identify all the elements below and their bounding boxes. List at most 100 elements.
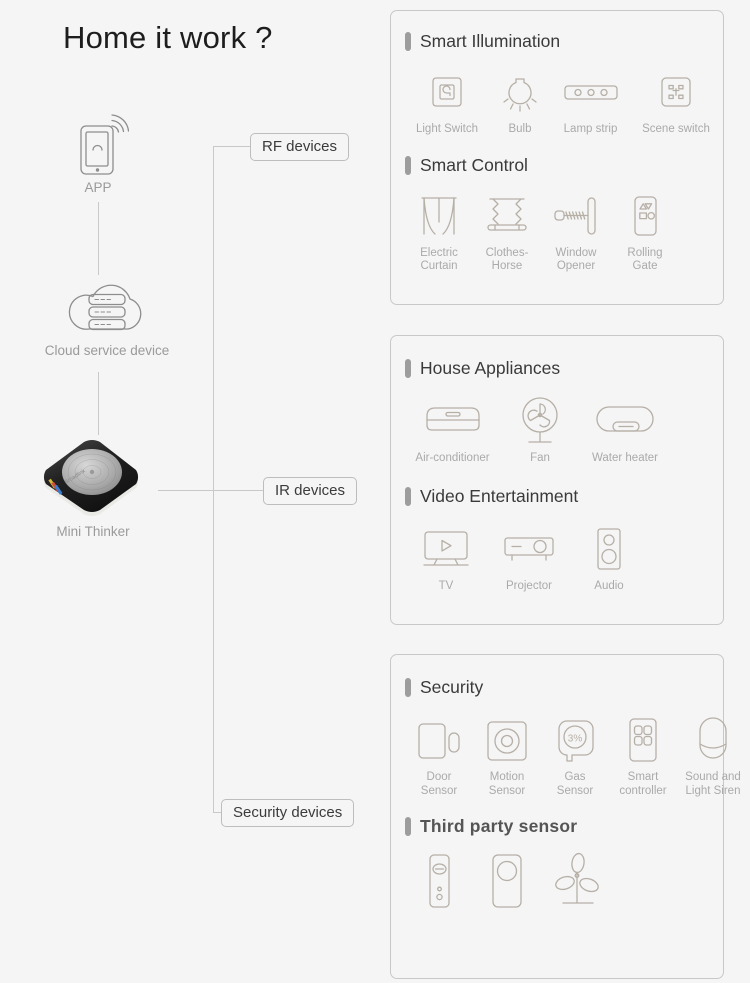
light-switch-icon — [405, 64, 489, 120]
section-bar-icon — [405, 678, 411, 697]
rolling-gate-icon — [611, 188, 679, 244]
item-label: Bulb — [508, 123, 532, 135]
item-smart-controller[interactable]: Smart controller — [609, 712, 677, 798]
section-title: Video Entertainment — [420, 485, 579, 506]
smartphone-wifi-icon — [52, 110, 144, 176]
bulb-icon — [489, 64, 551, 120]
section-header-third-party-sensor: Third party sensor — [405, 816, 723, 837]
section-title: Smart Illumination — [420, 31, 561, 51]
item-lamp-strip[interactable]: Lamp strip — [551, 64, 630, 137]
icon-row-security: Door Sensor Motion Sensor 3% Gas Sensor … — [405, 712, 741, 798]
motion-sensor-icon — [473, 712, 541, 768]
item-door-sensor[interactable]: Door Sensor — [405, 712, 473, 798]
door-sensor-icon — [405, 712, 473, 768]
node-app: APP — [52, 110, 144, 195]
window-opener-icon — [541, 188, 611, 244]
section-bar-icon — [405, 155, 411, 175]
item-label: Projector — [505, 579, 553, 592]
item-label: Air-conditioner — [415, 452, 490, 464]
item-label: Fan — [530, 452, 550, 464]
tv-icon — [405, 521, 487, 577]
item-window-opener[interactable]: Window Opener — [541, 188, 611, 274]
item-label: Clothes- Horse — [485, 246, 529, 273]
bus-label-rf[interactable]: RF devices — [250, 133, 350, 161]
item-label: Door Sensor — [420, 771, 458, 797]
item-label: Gas Sensor — [556, 771, 594, 797]
sound-light-siren-icon — [677, 712, 749, 768]
water-heater-icon — [580, 393, 670, 449]
mini-thinker-hub-icon: Broadlink — [22, 432, 164, 520]
item-audio[interactable]: Audio — [571, 521, 647, 594]
item-wall-switch-sensor[interactable] — [405, 851, 473, 916]
item-label: Light Switch — [415, 123, 478, 135]
gas-sensor-icon: 3% — [541, 712, 609, 768]
icon-row-house-appliances: Air-conditioner Fan Water heater — [405, 393, 723, 466]
node-label-app: APP — [84, 180, 112, 195]
item-label: TV — [438, 579, 454, 592]
item-electric-curtain[interactable]: Electric Curtain — [405, 188, 473, 274]
air-conditioner-icon — [405, 393, 500, 449]
page-title: Home it work ? — [63, 20, 273, 55]
section-bar-icon — [405, 32, 411, 51]
item-bulb[interactable]: Bulb — [489, 64, 551, 137]
item-label: Sound and Light Siren — [685, 771, 741, 797]
section-bar-icon — [405, 817, 411, 837]
cloud-server-icon — [22, 277, 192, 339]
scene-switch-icon — [630, 64, 722, 120]
bus-label-ir[interactable]: IR devices — [263, 477, 358, 505]
smart-controller-icon — [609, 712, 677, 768]
item-sound-light-siren[interactable]: Sound and Light Siren — [677, 712, 749, 798]
icon-row-third-party-sensor — [405, 851, 723, 916]
bus-label-security[interactable]: Security devices — [221, 799, 355, 827]
item-clothes-horse[interactable]: Clothes- Horse — [473, 188, 541, 274]
item-label: Electric Curtain — [420, 246, 458, 273]
item-fan[interactable]: Fan — [500, 393, 580, 466]
item-rolling-gate[interactable]: Rolling Gate — [611, 188, 679, 274]
item-plant-monitor[interactable] — [541, 851, 613, 916]
item-label: Scene switch — [642, 123, 710, 135]
item-label: Audio — [594, 579, 624, 592]
panel-rf-devices: Smart Illumination Light Switch Bulb Lam… — [390, 10, 724, 305]
item-light-switch[interactable]: Light Switch — [405, 64, 489, 137]
panel-security-devices: Security Door Sensor Motion Sensor 3% Ga… — [390, 654, 741, 979]
section-header-video-entertainment: Video Entertainment — [405, 486, 723, 507]
section-title: House Appliances — [420, 358, 561, 378]
section-title: Third party sensor — [420, 816, 578, 837]
section-header-smart-illumination: Smart Illumination — [405, 31, 723, 52]
item-gas-sensor[interactable]: 3% Gas Sensor — [541, 712, 609, 798]
node-cloud: Cloud service device — [22, 277, 192, 358]
icon-row-video-entertainment: TV Projector Audio — [405, 521, 723, 594]
item-scene-switch[interactable]: Scene switch — [630, 64, 722, 137]
section-header-house-appliances: House Appliances — [405, 358, 723, 379]
node-label-hub: Mini Thinker — [56, 524, 130, 539]
clothes-horse-icon — [473, 188, 541, 244]
connector-cloud-hub — [98, 372, 99, 435]
connector-app-cloud — [98, 202, 99, 275]
section-bar-icon — [405, 486, 411, 506]
item-label: Window Opener — [555, 246, 597, 273]
item-round-button-sensor[interactable] — [473, 851, 541, 916]
lamp-strip-icon — [551, 64, 630, 120]
node-label-cloud: Cloud service device — [44, 343, 170, 358]
section-header-smart-control: Smart Control — [405, 155, 723, 176]
projector-icon — [487, 521, 571, 577]
connector-bus-trunk — [213, 146, 214, 813]
panel-ir-devices: House Appliances Air-conditioner Fan Wat… — [390, 335, 724, 625]
item-projector[interactable]: Projector — [487, 521, 571, 594]
item-motion-sensor[interactable]: Motion Sensor — [473, 712, 541, 798]
audio-speaker-icon — [571, 521, 647, 577]
fan-icon — [500, 393, 580, 449]
plant-monitor-icon — [541, 851, 613, 913]
item-label: Water heater — [591, 452, 659, 464]
item-tv[interactable]: TV — [405, 521, 487, 594]
item-water-heater[interactable]: Water heater — [580, 393, 670, 466]
connector-stub-ir — [213, 490, 263, 491]
electric-curtain-icon — [405, 188, 473, 244]
round-button-sensor-icon — [473, 851, 541, 913]
item-label: Rolling Gate — [627, 246, 663, 273]
wall-switch-sensor-icon — [405, 851, 473, 913]
icon-row-smart-illumination: Light Switch Bulb Lamp strip Scene switc… — [405, 64, 723, 137]
item-air-conditioner[interactable]: Air-conditioner — [405, 393, 500, 466]
node-hub: Broadlink Mini Thinker — [22, 432, 164, 539]
section-title: Security — [420, 677, 484, 697]
